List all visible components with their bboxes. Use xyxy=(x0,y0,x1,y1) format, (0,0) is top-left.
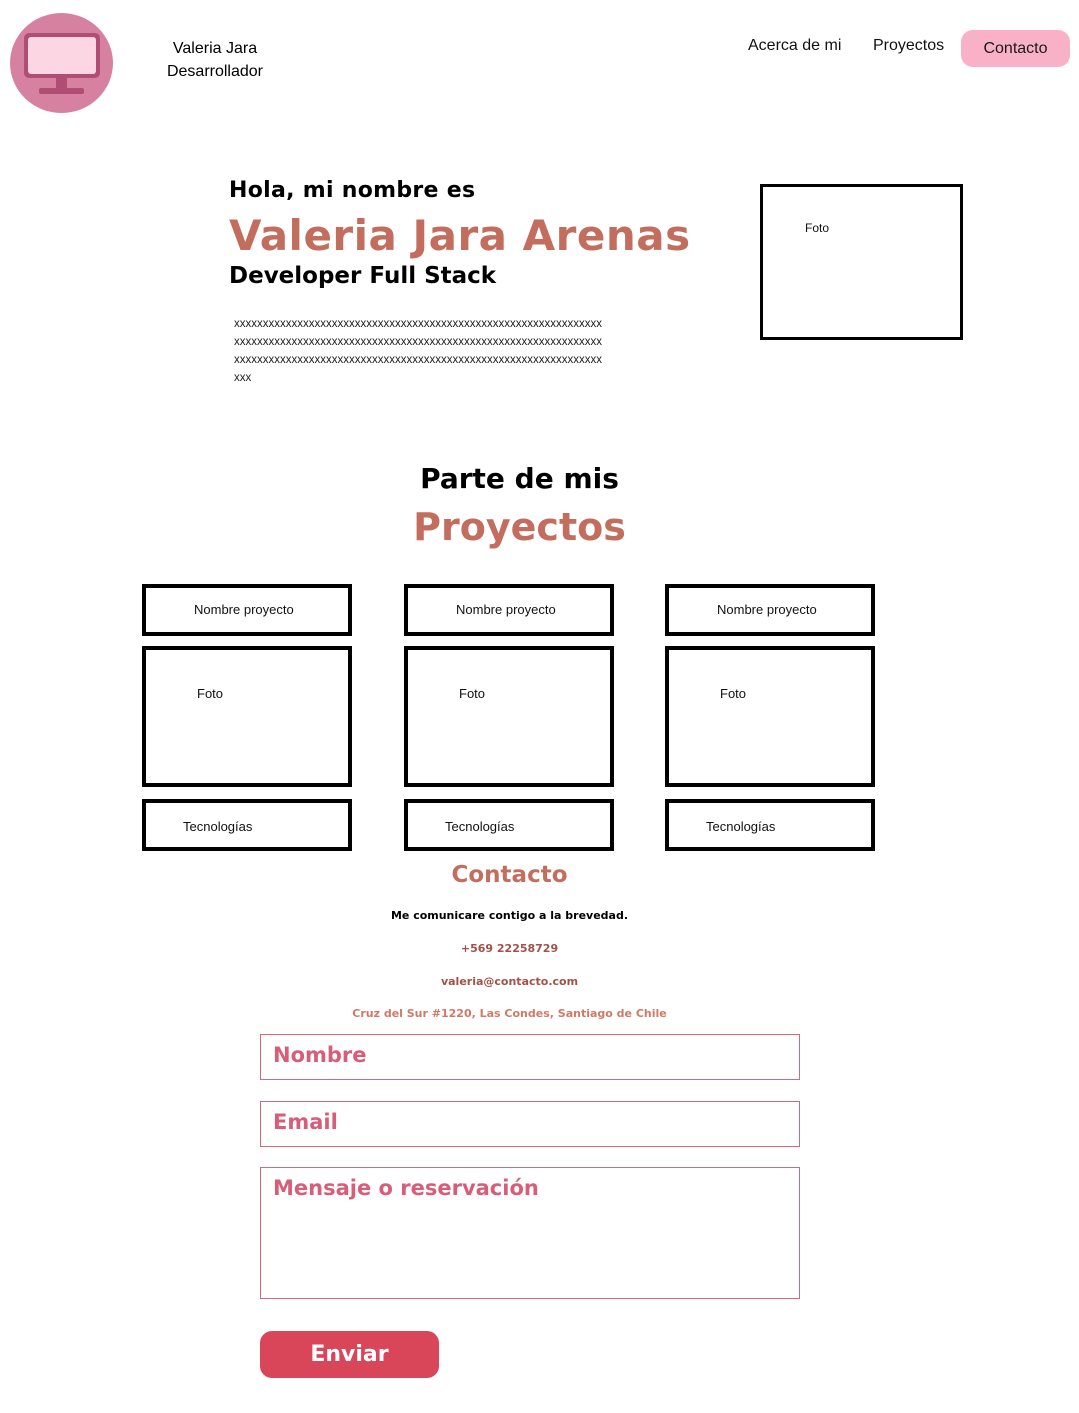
nav-about[interactable]: Acerca de mi xyxy=(748,37,841,55)
project-tech-box: Tecnologías xyxy=(404,799,614,851)
message-placeholder: Mensaje o reservación xyxy=(273,1176,539,1200)
project-tech-box: Tecnologías xyxy=(142,799,352,851)
name-placeholder: Nombre xyxy=(273,1043,367,1067)
project-name: Nombre proyecto xyxy=(717,602,817,617)
email-input[interactable]: Email xyxy=(260,1101,800,1147)
message-textarea[interactable]: Mensaje o reservación xyxy=(260,1167,800,1299)
hero-description: xxxxxxxxxxxxxxxxxxxxxxxxxxxxxxxxxxxxxxxx… xyxy=(234,318,602,384)
brand-name: Valeria Jara xyxy=(172,40,258,57)
project-tech-box: Tecnologías xyxy=(665,799,875,851)
project-name-box[interactable]: Nombre proyecto xyxy=(142,584,352,636)
project-photo-label: Foto xyxy=(197,686,224,701)
hero-name: Valeria Jara Arenas xyxy=(229,211,691,260)
project-photo[interactable]: Foto xyxy=(404,646,614,787)
project-tech: Tecnologías xyxy=(183,819,253,834)
send-button[interactable]: Enviar xyxy=(260,1331,439,1378)
project-photo[interactable]: Foto xyxy=(142,646,352,787)
hero-role: Developer Full Stack xyxy=(229,263,497,289)
hero-greeting: Hola, mi nombre es xyxy=(229,178,476,203)
project-tech: Tecnologías xyxy=(445,819,515,834)
email-placeholder: Email xyxy=(273,1110,338,1134)
contact-address: Cruz del Sur #1220, Las Condes, Santiago… xyxy=(352,1007,667,1020)
name-input[interactable]: Nombre xyxy=(260,1034,800,1080)
hero-photo-label: Foto xyxy=(805,221,830,235)
contact-subtitle: Me comunicare contigo a la brevedad. xyxy=(390,909,629,922)
projects-intro: Parte de mis xyxy=(420,462,619,495)
nav-contact-button[interactable]: Contacto xyxy=(961,30,1070,67)
projects-title: Proyectos xyxy=(413,505,626,549)
brand: Valeria Jara Desarrollador xyxy=(150,37,280,83)
project-name-box[interactable]: Nombre proyecto xyxy=(665,584,875,636)
project-photo-label: Foto xyxy=(459,686,486,701)
project-photo[interactable]: Foto xyxy=(665,646,875,787)
project-name-box[interactable]: Nombre proyecto xyxy=(404,584,614,636)
logo-monitor-icon[interactable] xyxy=(10,13,113,113)
contact-title: Contacto xyxy=(451,862,568,888)
hero-photo: Foto xyxy=(760,184,963,340)
contact-email[interactable]: valeria@contacto.com xyxy=(0,975,1019,988)
nav-projects[interactable]: Proyectos xyxy=(873,37,944,55)
project-name: Nombre proyecto xyxy=(194,602,294,617)
project-tech: Tecnologías xyxy=(706,819,776,834)
project-photo-label: Foto xyxy=(720,686,747,701)
brand-role: Desarrollador xyxy=(166,63,264,80)
project-name: Nombre proyecto xyxy=(456,602,556,617)
contact-phone[interactable]: +569 22258729 xyxy=(0,942,1019,955)
monitor-icon xyxy=(24,33,100,94)
